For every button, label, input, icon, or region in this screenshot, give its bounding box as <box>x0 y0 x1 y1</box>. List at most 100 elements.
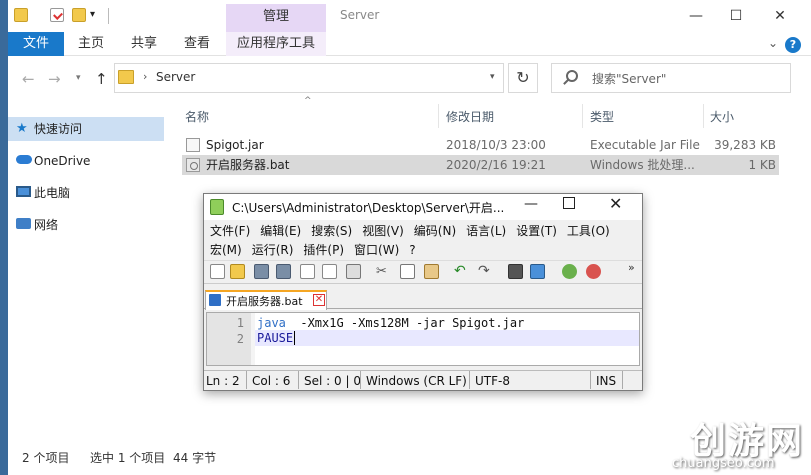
tab-label[interactable]: 开启服务器.bat <box>226 293 303 309</box>
undo-icon[interactable]: ↶ <box>454 264 469 279</box>
menu-help[interactable]: ? <box>409 241 415 259</box>
cut-icon[interactable]: ✂ <box>376 264 391 279</box>
help-icon[interactable]: ? <box>785 37 801 53</box>
minimize-button[interactable]: — <box>686 6 706 26</box>
menu-edit[interactable]: 编辑(E) <box>260 222 301 240</box>
column-header-type[interactable]: 类型 <box>590 108 614 125</box>
new-folder-icon[interactable] <box>72 8 86 22</box>
properties-icon[interactable] <box>50 8 64 22</box>
tab-home[interactable]: 主页 <box>78 32 104 56</box>
replace-icon[interactable] <box>530 264 545 279</box>
status-divider <box>590 371 591 389</box>
column-divider[interactable] <box>582 104 583 128</box>
status-encoding[interactable]: UTF-8 <box>475 373 510 389</box>
close-button[interactable]: ✕ <box>770 6 790 26</box>
selection-count: 选中 1 个项目 <box>90 451 166 465</box>
menu-plugins[interactable]: 插件(P) <box>303 241 344 259</box>
column-divider[interactable] <box>703 104 704 128</box>
sidebar-item-onedrive[interactable]: OneDrive <box>34 151 90 171</box>
new-file-icon[interactable] <box>210 264 225 279</box>
sidebar-item-this-pc[interactable]: 此电脑 <box>34 183 70 203</box>
sidebar-item-network[interactable]: 网络 <box>34 215 58 235</box>
sort-ascending-icon: ^ <box>304 96 312 106</box>
back-arrow-icon[interactable]: ← <box>22 70 35 88</box>
close-all-icon[interactable] <box>322 264 337 279</box>
menu-search[interactable]: 搜索(S) <box>311 222 352 240</box>
column-header-size[interactable]: 大小 <box>710 108 734 125</box>
menu-language[interactable]: 语言(L) <box>466 222 506 240</box>
tab-application-tools[interactable]: 应用程序工具 <box>226 32 326 56</box>
notepad-menubar-row1: 文件(F) 编辑(E) 搜索(S) 视图(V) 编码(N) 语言(L) 设置(T) 工具(O) <box>210 222 610 240</box>
refresh-button[interactable]: ↻ <box>508 63 538 93</box>
menu-run[interactable]: 运行(R) <box>252 241 294 259</box>
notepad-minimize-button[interactable]: — <box>524 196 538 212</box>
zoom-in-icon[interactable] <box>562 264 577 279</box>
line-number: 2 <box>236 332 244 346</box>
tab-view[interactable]: 查看 <box>184 32 210 56</box>
up-arrow-icon[interactable]: ↑ <box>95 70 108 88</box>
file-size: 39,283 KB <box>714 138 776 152</box>
close-file-icon[interactable] <box>300 264 315 279</box>
status-divider <box>622 371 623 389</box>
tab-file[interactable]: 文件 <box>8 32 64 56</box>
status-eol[interactable]: Windows (CR LF) <box>366 373 467 389</box>
notepad-close-button[interactable]: ✕ <box>609 194 622 213</box>
file-row-selected[interactable]: 开启服务器.bat 2020/2/16 19:21 Windows 批处理...… <box>182 155 779 175</box>
selection-size: 44 字节 <box>173 451 217 465</box>
copy-icon[interactable] <box>400 264 415 279</box>
current-line-highlight <box>255 330 639 346</box>
forward-arrow-icon[interactable]: → <box>48 70 61 88</box>
file-type: Windows 批处理... <box>590 158 695 172</box>
cloud-icon <box>16 155 32 164</box>
desktop-edge <box>0 0 8 475</box>
file-date: 2018/10/3 23:00 <box>446 138 546 152</box>
folder-icon[interactable] <box>14 8 28 22</box>
search-input[interactable] <box>551 63 791 93</box>
print-icon[interactable] <box>346 264 361 279</box>
sidebar-item-quick-access-highlight[interactable] <box>8 117 164 141</box>
column-divider[interactable] <box>438 104 439 128</box>
network-icon <box>16 218 31 229</box>
expand-ribbon-icon[interactable]: ⌄ <box>768 36 778 50</box>
text-caret <box>294 331 295 345</box>
chevron-down-icon[interactable]: ▾ <box>490 72 495 82</box>
breadcrumb[interactable]: Server <box>156 70 195 84</box>
status-divider <box>246 371 247 389</box>
file-saved-icon <box>209 294 221 306</box>
zoom-out-icon[interactable] <box>586 264 601 279</box>
file-row[interactable]: Spigot.jar 2018/10/3 23:00 Executable Ja… <box>182 135 779 155</box>
maximize-button[interactable]: ☐ <box>726 6 746 26</box>
star-icon: ★ <box>16 121 28 136</box>
toolbar-overflow-icon[interactable]: » <box>628 261 635 274</box>
column-header-date[interactable]: 修改日期 <box>446 108 494 125</box>
code-keyword: PAUSE <box>257 331 294 345</box>
column-header-name[interactable]: 名称 <box>185 108 209 125</box>
notepad-app-icon[interactable] <box>210 199 224 215</box>
save-icon[interactable] <box>254 264 269 279</box>
code-line[interactable]: java -Xmx1G -Xms128M -jar Spigot.jar <box>257 315 524 331</box>
status-selection: Sel : 0 | 0 <box>304 374 361 388</box>
menu-encoding[interactable]: 编码(N) <box>414 222 456 240</box>
status-column: Col : 6 <box>252 374 291 388</box>
menu-window[interactable]: 窗口(W) <box>354 241 399 259</box>
notepad-maximize-button[interactable] <box>563 197 575 209</box>
menu-settings[interactable]: 设置(T) <box>516 222 557 240</box>
recent-locations-icon[interactable]: ▾ <box>76 73 81 83</box>
save-all-icon[interactable] <box>276 264 291 279</box>
code-line[interactable]: PAUSE <box>257 330 293 346</box>
find-icon[interactable] <box>508 264 523 279</box>
redo-icon[interactable]: ↷ <box>478 264 493 279</box>
menu-view[interactable]: 视图(V) <box>362 222 404 240</box>
ribbon-tabs <box>8 32 811 56</box>
sidebar-item-quick-access[interactable]: 快速访问 <box>34 119 82 139</box>
tab-close-icon[interactable]: ✕ <box>313 294 325 306</box>
menu-file[interactable]: 文件(F) <box>210 222 250 240</box>
breadcrumb-chevron-icon[interactable]: › <box>143 70 147 83</box>
paste-icon[interactable] <box>424 264 439 279</box>
tab-share[interactable]: 共享 <box>131 32 157 56</box>
manage-context-tab: 管理 <box>226 4 326 32</box>
menu-tools[interactable]: 工具(O) <box>567 222 610 240</box>
open-file-icon[interactable] <box>230 264 245 279</box>
menu-macro[interactable]: 宏(M) <box>210 241 242 259</box>
quick-access-dropdown-icon[interactable]: ▾ <box>90 9 95 20</box>
